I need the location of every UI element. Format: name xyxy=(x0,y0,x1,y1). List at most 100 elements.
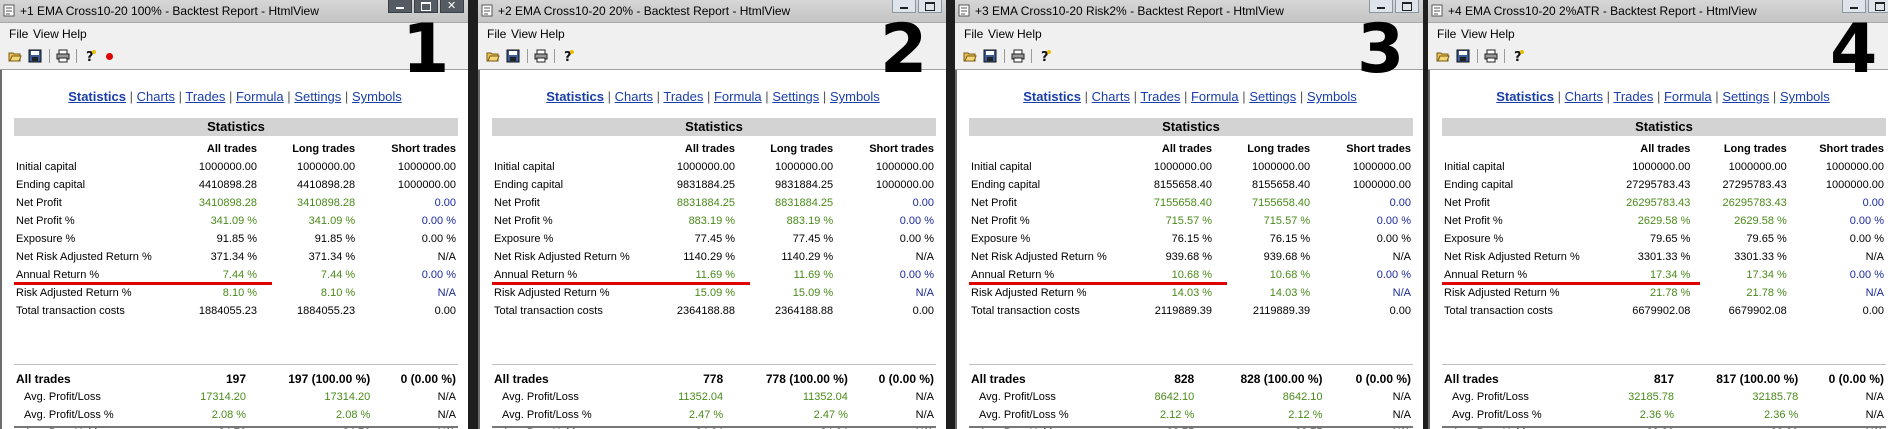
nav-link-charts[interactable]: Charts xyxy=(1565,89,1603,104)
menu-file[interactable]: File xyxy=(1437,27,1456,41)
table-cell: 11.69 % xyxy=(793,269,834,281)
nav-separator: | xyxy=(1299,89,1304,104)
nav-link-trades[interactable]: Trades xyxy=(1140,89,1180,104)
table-divider xyxy=(14,364,458,365)
table-cell: 939.68 % xyxy=(1165,251,1213,263)
help-icon[interactable]: ? xyxy=(1511,49,1525,65)
table-cell: N/A xyxy=(1392,251,1411,263)
table-cell: 828 (100.00 %) xyxy=(1240,372,1323,386)
table-cell: 0.00 % xyxy=(1376,269,1411,281)
nav-link-formula[interactable]: Formula xyxy=(1191,89,1239,104)
bottom-border xyxy=(1442,426,1886,428)
help-icon[interactable]: ? xyxy=(1038,49,1052,65)
table-cell: 2.12 % xyxy=(1288,409,1323,421)
row-label: Risk Adjusted Return % xyxy=(971,287,1087,299)
nav-link-statistics[interactable]: Statistics xyxy=(1496,89,1554,104)
table-row: Net Profit % 883.19 % 883.19 % 0.00 % xyxy=(492,212,936,230)
nav-link-charts[interactable]: Charts xyxy=(1092,89,1130,104)
report-content: Statistics | Charts | Trades | Formula |… xyxy=(0,70,468,429)
save-icon[interactable] xyxy=(983,49,997,63)
table-cell: 1000000.00 xyxy=(875,179,934,191)
table-cell: 3301.33 % xyxy=(1734,251,1787,263)
window-title: +2 EMA Cross10-20 20% - Backtest Report … xyxy=(498,4,791,18)
menu-view[interactable]: View xyxy=(988,27,1014,41)
table-cell: 17314.20 xyxy=(200,391,247,403)
row-label: Initial capital xyxy=(494,161,555,173)
window-titlebar[interactable]: +1 EMA Cross10-20 100% - Backtest Report… xyxy=(0,0,468,23)
nav-link-symbols[interactable]: Symbols xyxy=(1780,89,1830,104)
menu-file[interactable]: File xyxy=(9,27,28,41)
save-icon[interactable] xyxy=(28,49,42,63)
menu-help[interactable]: Help xyxy=(540,27,565,41)
print-icon[interactable] xyxy=(1484,49,1498,63)
table-cell: 11352.04 xyxy=(802,391,848,403)
menu-file[interactable]: File xyxy=(487,27,506,41)
nav-separator: | xyxy=(1084,89,1089,104)
nav-link-settings[interactable]: Settings xyxy=(1722,89,1769,104)
minimize-icon xyxy=(396,7,404,9)
nav-link-settings[interactable]: Settings xyxy=(772,89,819,104)
nav-link-trades[interactable]: Trades xyxy=(1613,89,1653,104)
window-titlebar[interactable]: +3 EMA Cross10-20 Risk2% - Backtest Repo… xyxy=(955,0,1423,23)
nav-link-formula[interactable]: Formula xyxy=(1664,89,1712,104)
save-icon[interactable] xyxy=(506,49,520,63)
nav-link-charts[interactable]: Charts xyxy=(137,89,175,104)
save-icon[interactable] xyxy=(1456,49,1470,63)
print-icon[interactable] xyxy=(56,49,70,63)
table-cell: 8642.10 xyxy=(1282,391,1323,403)
open-folder-icon[interactable] xyxy=(963,49,977,63)
table-cell: N/A xyxy=(915,409,934,421)
window-titlebar[interactable]: +4 EMA Cross10-20 2%ATR - Backtest Repor… xyxy=(1428,0,1888,23)
nav-link-symbols[interactable]: Symbols xyxy=(352,89,402,104)
table-cell: 9831884.25 xyxy=(676,179,736,191)
table-cell: 341.09 % xyxy=(308,215,356,227)
menu-view[interactable]: View xyxy=(33,27,59,41)
menu-help[interactable]: Help xyxy=(1490,27,1515,41)
menu-help[interactable]: Help xyxy=(1017,27,1042,41)
nav-link-trades[interactable]: Trades xyxy=(663,89,703,104)
table-cell: 3301.33 % xyxy=(1637,251,1691,263)
print-icon[interactable] xyxy=(1011,49,1025,63)
nav-link-formula[interactable]: Formula xyxy=(714,89,762,104)
nav-separator: | xyxy=(1772,89,1777,104)
row-label: Avg. Profit/Loss xyxy=(1452,391,1529,403)
table-row: Initial capital 1000000.00 1000000.00 10000… xyxy=(14,158,458,176)
trades-table: All trades 828 828 (100.00 %) 0 (0.00 %) Avg… xyxy=(969,370,1413,429)
table-row: Risk Adjusted Return % 15.09 % 15.09 % N/A xyxy=(492,284,936,302)
table-cell: 0 (0.00 %) xyxy=(400,372,456,386)
help-icon[interactable]: ? xyxy=(83,49,97,65)
open-folder-icon[interactable] xyxy=(486,49,500,63)
menu-help[interactable]: Help xyxy=(62,27,87,41)
help-icon[interactable]: ? xyxy=(561,49,575,65)
table-cell: 26295783.43 xyxy=(1722,197,1787,209)
app-icon xyxy=(1431,4,1443,17)
table-cell: 7155658.40 xyxy=(1252,197,1311,209)
nav-link-symbols[interactable]: Symbols xyxy=(830,89,880,104)
table-cell: 1000000.00 xyxy=(1825,179,1884,191)
table-row: All trades 828 828 (100.00 %) 0 (0.00 %) xyxy=(969,370,1413,388)
menu-view[interactable]: View xyxy=(1461,27,1487,41)
menu-view[interactable]: View xyxy=(511,27,537,41)
table-cell: 9831884.25 xyxy=(775,179,834,191)
row-label: Avg. Profit/Loss xyxy=(979,391,1056,403)
nav-link-settings[interactable]: Settings xyxy=(1249,89,1296,104)
nav-link-symbols[interactable]: Symbols xyxy=(1307,89,1357,104)
nav-separator: | xyxy=(129,89,134,104)
window-titlebar[interactable]: +2 EMA Cross10-20 20% - Backtest Report … xyxy=(478,0,946,23)
print-icon[interactable] xyxy=(534,49,548,63)
nav-link-formula[interactable]: Formula xyxy=(236,89,284,104)
nav-link-trades[interactable]: Trades xyxy=(185,89,225,104)
nav-link-statistics[interactable]: Statistics xyxy=(1023,89,1081,104)
table-row: All trades 197 197 (100.00 %) 0 (0.00 %) xyxy=(14,370,458,388)
report-window: +1 EMA Cross10-20 100% - Backtest Report… xyxy=(0,0,468,429)
table-cell: 2.36 % xyxy=(1764,409,1799,421)
table-row: Avg. Profit/Loss 8642.10 8642.10 N/A xyxy=(969,388,1413,406)
table-cell: 0.00 xyxy=(912,197,934,209)
nav-link-charts[interactable]: Charts xyxy=(615,89,653,104)
nav-link-settings[interactable]: Settings xyxy=(294,89,341,104)
nav-link-statistics[interactable]: Statistics xyxy=(68,89,126,104)
open-folder-icon[interactable] xyxy=(1436,49,1450,63)
open-folder-icon[interactable] xyxy=(8,49,22,63)
nav-link-statistics[interactable]: Statistics xyxy=(546,89,604,104)
menu-file[interactable]: File xyxy=(964,27,983,41)
